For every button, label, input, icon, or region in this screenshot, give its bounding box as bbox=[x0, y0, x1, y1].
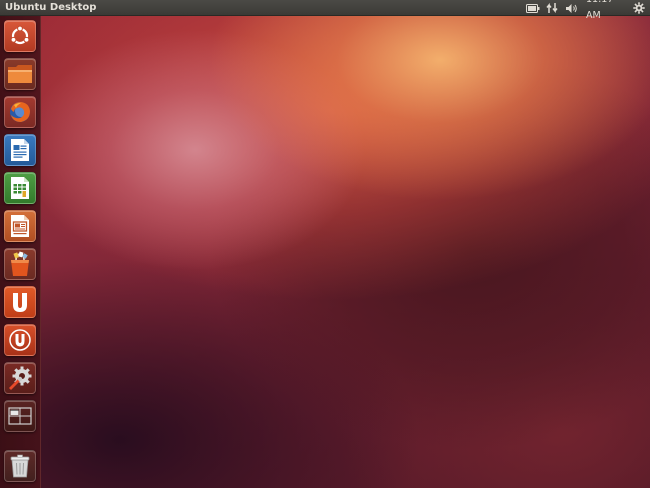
launcher-item-files[interactable] bbox=[4, 58, 36, 90]
desktop-wallpaper[interactable] bbox=[0, 0, 650, 488]
trash-icon bbox=[10, 454, 30, 478]
desktop-screen: Ubuntu Desktop 11:17 AM bbox=[0, 0, 650, 488]
launcher-item-ubuntu-one-music[interactable] bbox=[4, 324, 36, 356]
folder-icon bbox=[8, 65, 32, 83]
ubuntu-one-icon bbox=[13, 293, 27, 312]
network-icon[interactable] bbox=[545, 0, 559, 16]
calc-spreadsheet-icon bbox=[11, 177, 29, 199]
launcher-item-libreoffice-impress[interactable] bbox=[4, 210, 36, 242]
launcher bbox=[0, 16, 41, 488]
session-gear-icon[interactable] bbox=[632, 0, 646, 16]
clock[interactable]: 11:17 AM bbox=[586, 0, 630, 21]
launcher-item-trash[interactable] bbox=[4, 450, 36, 482]
launcher-item-firefox[interactable] bbox=[4, 96, 36, 128]
firefox-icon bbox=[10, 102, 30, 122]
launcher-item-libreoffice-writer[interactable] bbox=[4, 134, 36, 166]
impress-presentation-icon bbox=[11, 215, 29, 237]
writer-document-icon bbox=[11, 139, 29, 161]
settings-wrench-gear-icon bbox=[9, 366, 32, 390]
top-panel: Ubuntu Desktop 11:17 AM bbox=[0, 0, 650, 21]
window-title: Ubuntu Desktop bbox=[5, 2, 97, 13]
launcher-item-workspace-switcher[interactable] bbox=[4, 400, 36, 432]
shopping-bag-icon bbox=[11, 251, 29, 276]
launcher-item-software-center[interactable] bbox=[4, 248, 36, 280]
workspace-switcher-icon bbox=[8, 407, 32, 425]
sound-icon[interactable] bbox=[564, 0, 580, 16]
launcher-item-dash-home[interactable] bbox=[4, 20, 36, 52]
ubuntu-logo-icon bbox=[10, 25, 30, 45]
launcher-item-ubuntu-one[interactable] bbox=[4, 286, 36, 318]
battery-icon[interactable] bbox=[525, 0, 541, 16]
ubuntu-one-music-icon bbox=[9, 329, 31, 351]
launcher-item-libreoffice-calc[interactable] bbox=[4, 172, 36, 204]
launcher-item-system-settings[interactable] bbox=[4, 362, 36, 394]
